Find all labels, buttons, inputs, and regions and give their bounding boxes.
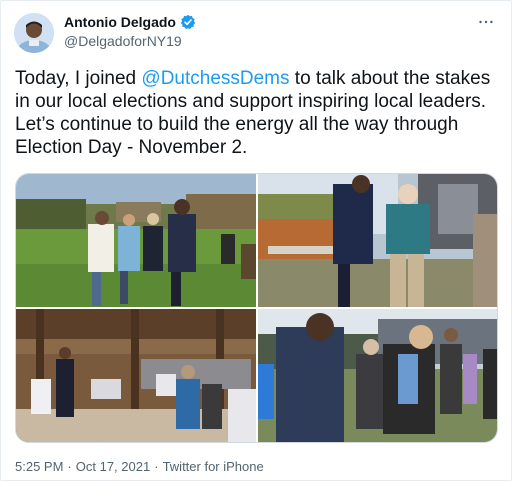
tweet-time[interactable]: 5:25 PM: [15, 459, 63, 474]
mention-link[interactable]: @DutchessDems: [141, 68, 289, 89]
tweet-meta: 5:25 PM · Oct 17, 2021 · Twitter for iPh…: [15, 459, 264, 474]
tweet-text: Today, I joined @DutchessDems to talk ab…: [15, 67, 499, 159]
verified-badge-icon: [180, 14, 196, 30]
meta-separator: ·: [67, 459, 72, 474]
tweet-source-link[interactable]: Twitter for iPhone: [163, 459, 264, 474]
photo-barn-interior[interactable]: [16, 309, 256, 442]
photo-outdoor-greeting[interactable]: [16, 174, 256, 307]
meta-separator: ·: [154, 459, 159, 474]
author-handle[interactable]: @DelgadoforNY19: [64, 33, 182, 49]
author-name-row[interactable]: Antonio Delgado: [64, 14, 196, 30]
tweet-card: Antonio Delgado @DelgadoforNY19 Today, I…: [0, 0, 512, 481]
avatar[interactable]: [14, 13, 54, 53]
photo-outdoor-handshake[interactable]: [258, 309, 497, 442]
tweet-text-before: Today, I joined: [15, 68, 142, 89]
photo-garden-handshake[interactable]: [258, 174, 497, 307]
media-grid: [15, 173, 498, 443]
tweet-date[interactable]: Oct 17, 2021: [76, 459, 150, 474]
more-options-icon[interactable]: [475, 13, 497, 31]
author-name[interactable]: Antonio Delgado: [64, 14, 176, 30]
